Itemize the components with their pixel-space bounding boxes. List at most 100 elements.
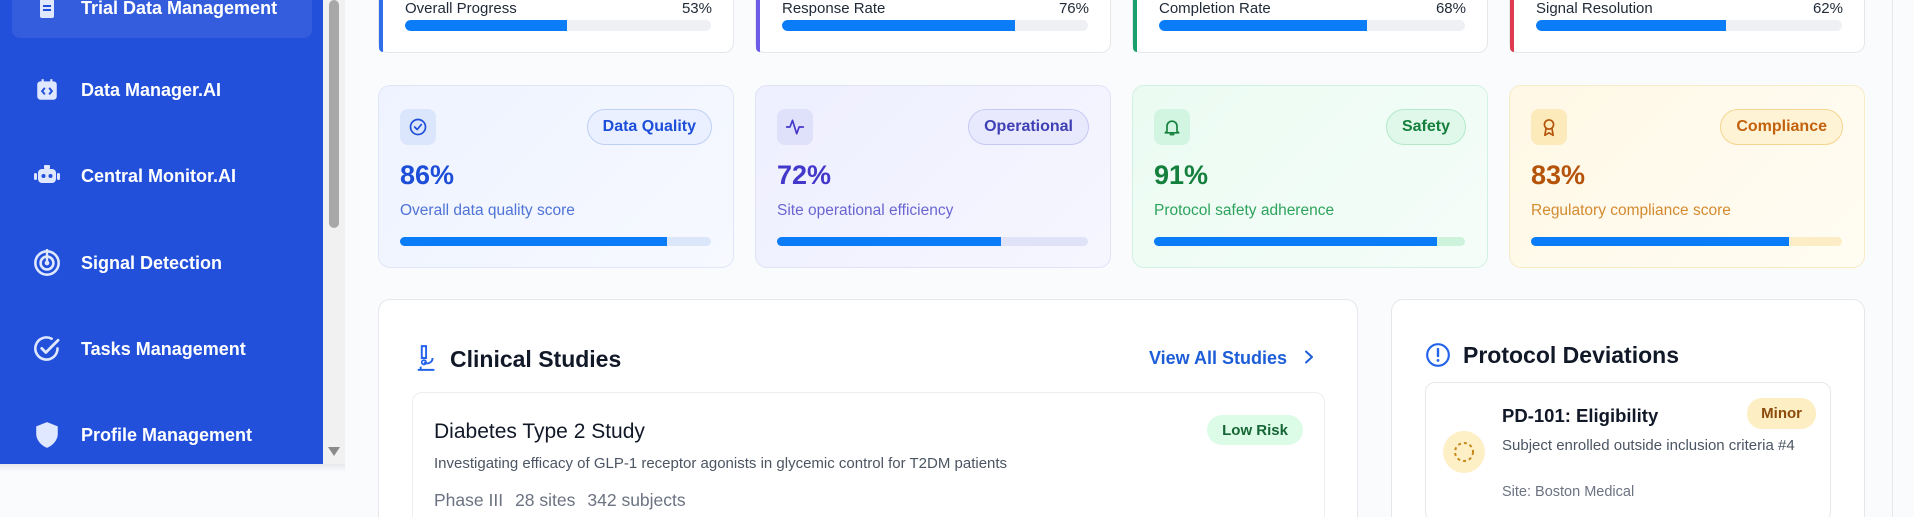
deviation-description: Subject enrolled outside inclusion crite… bbox=[1502, 437, 1795, 454]
metric-description: Regulatory compliance score bbox=[1531, 202, 1731, 219]
card-accent bbox=[379, 0, 383, 52]
sidebar-item-trial-data-management[interactable]: Trial Data Management bbox=[12, 0, 312, 38]
study-meta: Phase III 28 sites 342 subjects bbox=[434, 490, 686, 511]
metric-card-safety: Safety 91% Protocol safety adherence bbox=[1132, 85, 1488, 268]
study-subjects: 342 subjects bbox=[587, 490, 686, 510]
protocol-deviations-panel: Protocol Deviations PD-101: Eligibility … bbox=[1391, 299, 1865, 517]
progress-label: Signal Resolution bbox=[1536, 0, 1653, 17]
progress-fill bbox=[782, 20, 1015, 31]
sidebar-item-label: Trial Data Management bbox=[81, 0, 278, 18]
metric-tag: Safety bbox=[1385, 109, 1466, 145]
chevron-right-icon bbox=[1303, 348, 1315, 369]
progress-fill bbox=[1536, 20, 1726, 31]
metric-value: 91% bbox=[1154, 160, 1209, 190]
sidebar: Trial Data Management Data Manager.AI Ce… bbox=[0, 0, 323, 464]
progress-label: Overall Progress bbox=[405, 0, 517, 17]
sidebar-item-label: Profile Management bbox=[81, 424, 253, 445]
metric-description: Protocol safety adherence bbox=[1154, 202, 1335, 219]
progress-track bbox=[405, 20, 711, 31]
progress-value: 68% bbox=[1435, 0, 1466, 17]
progress-track bbox=[1159, 20, 1465, 31]
metric-track bbox=[1154, 237, 1465, 246]
study-description: Investigating efficacy of GLP-1 receptor… bbox=[434, 455, 1008, 472]
progress-card-completion: Completion Rate 68% bbox=[1132, 0, 1488, 53]
progress-value: 62% bbox=[1812, 0, 1843, 17]
progress-track bbox=[782, 20, 1088, 31]
metric-track bbox=[1531, 237, 1842, 246]
deviation-site: Site: Boston Medical bbox=[1502, 484, 1635, 500]
scrollbar-thumb[interactable] bbox=[329, 0, 339, 228]
deviation-title: PD-101: Eligibility bbox=[1502, 405, 1659, 426]
progress-card-overall: Overall Progress 53% bbox=[378, 0, 734, 53]
check-circle-icon bbox=[400, 109, 436, 145]
view-all-studies-link[interactable]: View All Studies bbox=[1149, 348, 1315, 369]
card-accent bbox=[1510, 0, 1514, 52]
progress-fill bbox=[1159, 20, 1368, 31]
metric-value: 86% bbox=[400, 160, 455, 190]
robot-icon bbox=[32, 161, 62, 191]
sidebar-item-data-manager-ai[interactable]: Data Manager.AI bbox=[12, 60, 312, 120]
microscope-icon bbox=[412, 344, 438, 377]
metric-tag: Data Quality bbox=[586, 109, 712, 145]
sidebar-item-tasks-management[interactable]: Tasks Management bbox=[12, 319, 312, 379]
metric-fill bbox=[400, 237, 668, 246]
sidebar-item-label: Central Monitor.AI bbox=[81, 165, 237, 186]
award-icon bbox=[1531, 109, 1567, 145]
activity-icon bbox=[777, 109, 813, 145]
metric-fill bbox=[1531, 237, 1790, 246]
metric-fill bbox=[1154, 237, 1437, 246]
metric-value: 72% bbox=[777, 160, 832, 190]
clipboard-icon bbox=[32, 0, 62, 23]
metric-tag: Operational bbox=[968, 109, 1089, 145]
deviation-card[interactable]: PD-101: Eligibility Minor Subject enroll… bbox=[1425, 382, 1831, 517]
bell-icon bbox=[1154, 109, 1190, 145]
alert-circle-icon bbox=[1425, 342, 1451, 373]
study-phase: Phase III bbox=[434, 490, 504, 510]
code-box-icon bbox=[32, 75, 62, 105]
sidebar-item-label: Tasks Management bbox=[81, 338, 246, 359]
check-circle-icon bbox=[32, 334, 62, 364]
card-accent bbox=[1133, 0, 1137, 52]
sidebar-item-label: Signal Detection bbox=[81, 252, 223, 273]
progress-track bbox=[1536, 20, 1842, 31]
sidebar-divider bbox=[0, 464, 345, 472]
study-card[interactable]: Diabetes Type 2 Study Low Risk Investiga… bbox=[412, 392, 1325, 517]
metric-description: Site operational efficiency bbox=[777, 202, 954, 219]
shield-icon bbox=[32, 420, 62, 450]
study-title: Diabetes Type 2 Study bbox=[434, 420, 645, 443]
progress-label: Completion Rate bbox=[1159, 0, 1271, 17]
clinical-studies-panel: Clinical Studies View All Studies Diabet… bbox=[378, 299, 1358, 517]
metric-fill bbox=[777, 237, 1001, 246]
metric-track bbox=[400, 237, 711, 246]
metric-description: Overall data quality score bbox=[400, 202, 575, 219]
sidebar-item-profile-management[interactable]: Profile Management bbox=[12, 405, 312, 465]
radar-icon bbox=[32, 248, 62, 278]
sidebar-item-label: Data Manager.AI bbox=[81, 79, 222, 100]
progress-fill bbox=[405, 20, 568, 31]
metric-track bbox=[777, 237, 1088, 246]
severity-badge: Minor bbox=[1747, 398, 1816, 429]
card-accent bbox=[756, 0, 760, 52]
metric-card-compliance: Compliance 83% Regulatory compliance sco… bbox=[1509, 85, 1865, 268]
panel-title: Clinical Studies bbox=[450, 346, 622, 372]
scroll-down-arrow-icon[interactable] bbox=[328, 447, 340, 456]
progress-label: Response Rate bbox=[782, 0, 886, 17]
metric-card-data-quality: Data Quality 86% Overall data quality sc… bbox=[378, 85, 734, 268]
progress-card-response: Response Rate 76% bbox=[755, 0, 1111, 53]
pending-icon bbox=[1443, 431, 1485, 473]
progress-card-signal: Signal Resolution 62% bbox=[1509, 0, 1865, 53]
sidebar-scrollbar[interactable] bbox=[323, 0, 345, 464]
risk-badge: Low Risk bbox=[1207, 415, 1303, 445]
page-scrollbar-track[interactable] bbox=[1892, 0, 1914, 517]
app-root: Trial Data Management Data Manager.AI Ce… bbox=[0, 0, 1914, 517]
sidebar-item-central-monitor-ai[interactable]: Central Monitor.AI bbox=[12, 146, 312, 206]
view-all-label: View All Studies bbox=[1148, 348, 1287, 368]
metric-tag: Compliance bbox=[1720, 109, 1843, 145]
progress-value: 53% bbox=[681, 0, 712, 17]
study-sites: 28 sites bbox=[515, 490, 576, 510]
panel-title: Protocol Deviations bbox=[1463, 342, 1679, 368]
metric-card-operational: Operational 72% Site operational efficie… bbox=[755, 85, 1111, 268]
sidebar-item-signal-detection[interactable]: Signal Detection bbox=[12, 233, 312, 293]
metric-value: 83% bbox=[1531, 160, 1586, 190]
progress-value: 76% bbox=[1058, 0, 1089, 17]
